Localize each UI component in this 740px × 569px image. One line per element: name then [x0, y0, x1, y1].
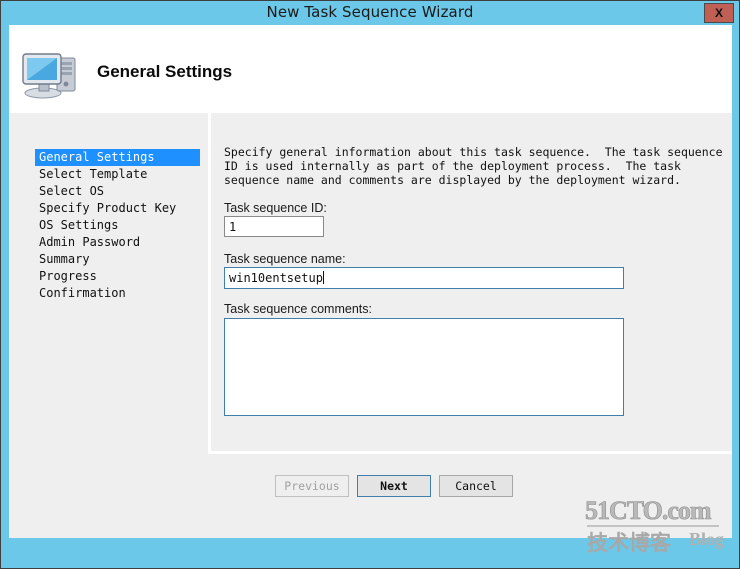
title-bar: New Task Sequence Wizard X — [1, 1, 739, 25]
window-title: New Task Sequence Wizard — [266, 3, 474, 21]
wizard-window: New Task Sequence Wizard X General Setti… — [0, 0, 740, 569]
close-icon[interactable]: X — [704, 3, 734, 23]
sidebar-item-general-settings[interactable]: General Settings — [35, 149, 200, 166]
task-sequence-id-label: Task sequence ID: — [224, 201, 327, 215]
sidebar-item-select-os[interactable]: Select OS — [35, 183, 200, 200]
step-list: General Settings Select Template Select … — [35, 149, 200, 302]
sidebar-item-summary[interactable]: Summary — [35, 251, 200, 268]
sidebar-item-select-template[interactable]: Select Template — [35, 166, 200, 183]
task-sequence-comments-input[interactable] — [224, 318, 624, 416]
task-sequence-name-label: Task sequence name: — [224, 252, 346, 266]
task-sequence-id-input[interactable]: 1 — [224, 216, 324, 237]
page-title: General Settings — [97, 62, 233, 81]
wizard-frame: General Settings General Settings Select… — [9, 25, 732, 538]
wizard-footer: Previous Next Cancel — [9, 454, 732, 538]
sidebar-item-specify-product-key[interactable]: Specify Product Key — [35, 200, 200, 217]
wizard-header: General Settings — [9, 25, 732, 110]
task-sequence-name-value: win10entsetup — [229, 271, 323, 285]
sidebar-item-admin-password[interactable]: Admin Password — [35, 234, 200, 251]
sidebar-item-os-settings[interactable]: OS Settings — [35, 217, 200, 234]
task-sequence-comments-label: Task sequence comments: — [224, 302, 372, 316]
task-sequence-name-input[interactable]: win10entsetup — [224, 267, 624, 289]
sidebar-item-confirmation[interactable]: Confirmation — [35, 285, 200, 302]
next-button[interactable]: Next — [357, 475, 431, 497]
cancel-button[interactable]: Cancel — [439, 475, 513, 497]
computer-monitor-icon — [22, 53, 76, 99]
sidebar-item-progress[interactable]: Progress — [35, 268, 200, 285]
previous-button[interactable]: Previous — [275, 475, 349, 497]
description-text: Specify general information about this t… — [224, 145, 730, 187]
text-caret — [322, 271, 324, 284]
